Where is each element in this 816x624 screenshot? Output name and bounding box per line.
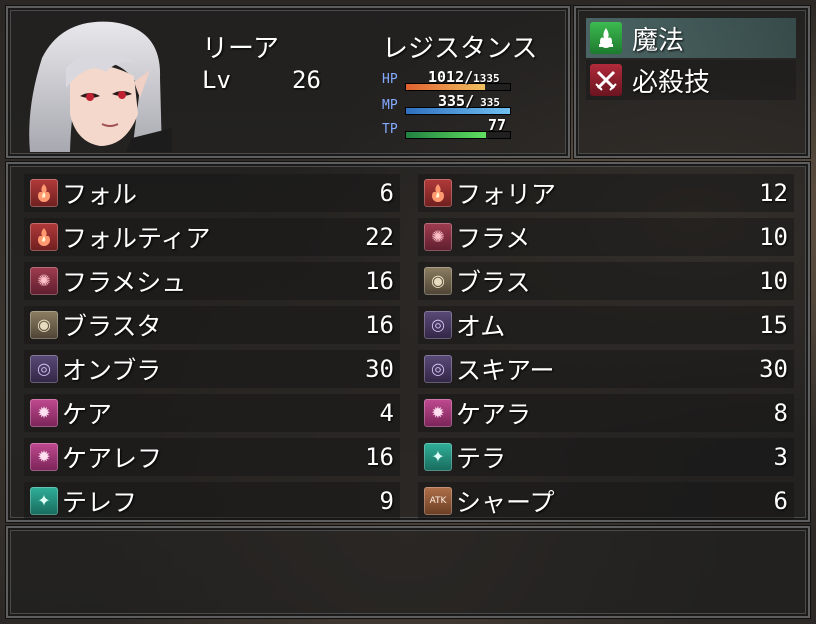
skill-cost: 8 xyxy=(773,399,788,427)
skill-name: ケアレフ xyxy=(62,444,163,473)
skill-item[interactable]: フォリア 12 xyxy=(418,174,794,212)
skill-item[interactable]: ◎ オンブラ 30 xyxy=(24,350,400,388)
level-label: Lv xyxy=(202,66,231,94)
skill-cost: 16 xyxy=(365,267,394,295)
command-magic-label: 魔法 xyxy=(632,25,685,56)
skill-item[interactable]: ◎ オム 15 xyxy=(418,306,794,344)
actor-name: リーア xyxy=(202,34,279,64)
skill-name: フラメ xyxy=(456,224,531,253)
skill-item[interactable]: ✹ ケアラ 8 xyxy=(418,394,794,432)
skill-name: シャープ xyxy=(456,488,555,517)
atk-icon-text: ATK xyxy=(429,495,447,506)
skill-name: フラメシュ xyxy=(62,268,187,297)
fire-icon xyxy=(424,179,452,207)
skill-name: ブラスタ xyxy=(62,312,162,341)
help-window xyxy=(6,526,810,618)
mp-max: 335 xyxy=(480,96,500,109)
skill-item[interactable]: ✺ フラメ 10 xyxy=(418,218,794,256)
mp-label: MP xyxy=(382,98,398,113)
skill-cost: 12 xyxy=(759,179,788,207)
command-special-label: 必殺技 xyxy=(632,67,711,98)
shadow-icon: ◎ xyxy=(424,355,452,383)
skill-name: ケアラ xyxy=(456,400,532,429)
tp-label: TP xyxy=(382,122,398,137)
skill-cost: 9 xyxy=(379,487,394,515)
status-window: リーア レジスタンス Lv 26 HP 1012/1335 MP 335/335… xyxy=(6,6,570,158)
rock-icon: ◉ xyxy=(30,311,58,339)
skill-cost: 16 xyxy=(365,311,394,339)
hp-value: 1012 xyxy=(428,68,465,86)
skill-item[interactable]: ✹ ケア 4 xyxy=(24,394,400,432)
sparkle-icon: ✦ xyxy=(30,487,58,515)
skill-item[interactable]: フォル 6 xyxy=(24,174,400,212)
skill-name: スキアー xyxy=(456,356,555,385)
skill-item[interactable]: ✺ フラメシュ 16 xyxy=(24,262,400,300)
skill-item[interactable]: ✦ テラ 3 xyxy=(418,438,794,476)
hp-slash: / xyxy=(464,68,474,86)
crossed-swords-icon xyxy=(590,64,622,96)
skill-name: オム xyxy=(456,312,506,341)
skill-cost: 6 xyxy=(379,179,394,207)
skill-item[interactable]: ✹ ケアレフ 16 xyxy=(24,438,400,476)
skill-item[interactable]: フォルティア 22 xyxy=(24,218,400,256)
skill-item[interactable]: ATK シャープ 6 xyxy=(418,482,794,520)
skill-name: フォリア xyxy=(456,180,557,209)
skill-list: フォル 6 フォリア 12 フォルティア 22 ✺ フラメ 10 ✺ フラメシュ 16 ◉ ブラス 10 ◉ ブ… xyxy=(8,164,808,520)
heal-icon: ✹ xyxy=(424,399,452,427)
wind-icon: ✺ xyxy=(30,267,58,295)
skill-name: ケア xyxy=(62,400,113,429)
skill-cost: 15 xyxy=(759,311,788,339)
skill-cost: 6 xyxy=(773,487,788,515)
skill-cost: 22 xyxy=(365,223,394,251)
heal-icon: ✹ xyxy=(30,443,58,471)
fire-icon xyxy=(30,223,58,251)
magic-icon xyxy=(590,22,622,54)
atk-up-icon: ATK xyxy=(424,487,452,515)
level-value: 26 xyxy=(292,66,321,94)
mp-value: 335 xyxy=(438,92,466,110)
skill-name: オンブラ xyxy=(62,356,162,385)
skill-item[interactable]: ◉ ブラスタ 16 xyxy=(24,306,400,344)
actor-class: レジスタンス xyxy=(382,34,538,64)
fire-icon xyxy=(30,179,58,207)
skill-name: フォルティア xyxy=(62,224,211,253)
skill-item[interactable]: ✦ テレフ 9 xyxy=(24,482,400,520)
skill-cost: 4 xyxy=(379,399,394,427)
command-special[interactable]: 必殺技 xyxy=(586,60,796,100)
skill-cost: 3 xyxy=(773,443,788,471)
command-magic[interactable]: 魔法 xyxy=(586,18,796,58)
vortex-icon: ◎ xyxy=(30,355,58,383)
skill-list-window: フォル 6 フォリア 12 フォルティア 22 ✺ フラメ 10 ✺ フラメシュ 16 ◉ ブラス 10 ◉ ブ… xyxy=(6,162,810,522)
skill-cost: 30 xyxy=(759,355,788,383)
skill-item[interactable]: ◎ スキアー 30 xyxy=(418,350,794,388)
sparkle-icon: ✦ xyxy=(424,443,452,471)
skill-cost: 30 xyxy=(365,355,394,383)
skill-name: テラ xyxy=(456,444,507,473)
skill-type-window: 魔法 必殺技 xyxy=(574,6,810,158)
wind-icon: ✺ xyxy=(424,223,452,251)
hp-label: HP xyxy=(382,72,398,87)
skill-cost: 16 xyxy=(365,443,394,471)
skill-item[interactable]: ◉ ブラス 10 xyxy=(418,262,794,300)
skill-name: テレフ xyxy=(62,488,138,517)
heal-icon: ✹ xyxy=(30,399,58,427)
actor-portrait xyxy=(22,18,172,152)
skill-cost: 10 xyxy=(759,267,788,295)
mp-slash: / xyxy=(465,92,475,110)
tp-value: 77 xyxy=(488,116,507,134)
skill-name: フォル xyxy=(62,180,138,209)
vortex-icon: ◎ xyxy=(424,311,452,339)
skill-name: ブラス xyxy=(456,268,531,297)
skill-cost: 10 xyxy=(759,223,788,251)
hp-max: 1335 xyxy=(473,72,500,85)
rock-icon: ◉ xyxy=(424,267,452,295)
